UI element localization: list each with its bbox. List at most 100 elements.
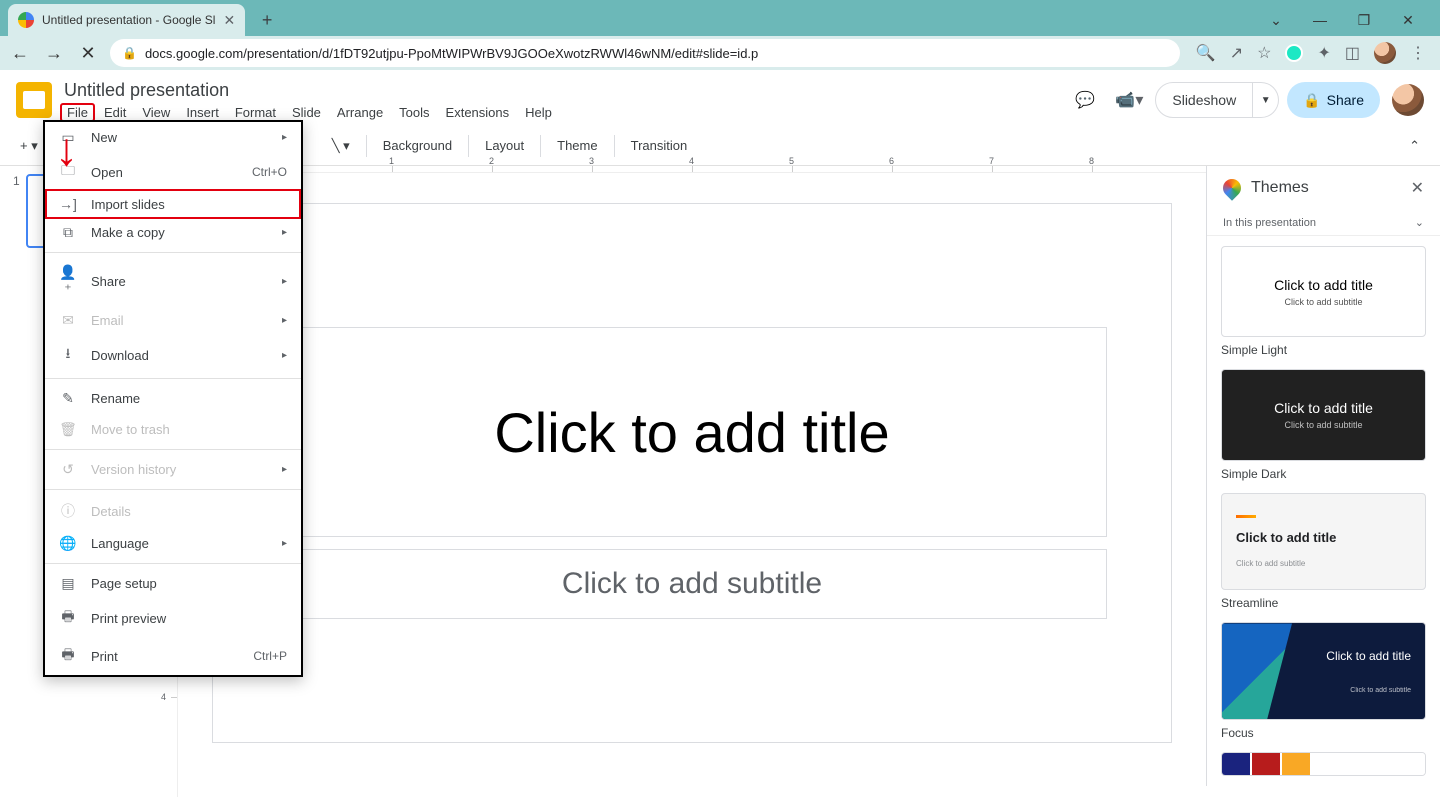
pencil-icon: ✎: [59, 390, 77, 407]
slide-background[interactable]: Click to add title Click to add subtitle: [178, 173, 1206, 797]
account-avatar[interactable]: [1392, 84, 1424, 116]
meet-icon[interactable]: 📹▾: [1111, 82, 1147, 118]
chevron-down-icon[interactable]: ⌄: [1264, 8, 1288, 32]
separator: [540, 135, 541, 157]
close-icon[interactable]: ✕: [223, 12, 235, 29]
extension-icon[interactable]: [1285, 44, 1303, 62]
transition-button[interactable]: Transition: [623, 131, 696, 161]
theme-card-title: Click to add title: [1236, 530, 1336, 545]
file-menu-new[interactable]: ▭ New ▸: [45, 122, 301, 153]
background-button[interactable]: Background: [375, 131, 460, 161]
file-menu-print[interactable]: 🖶 Print Ctrl+P: [45, 637, 301, 675]
import-icon: →]: [59, 196, 77, 212]
file-menu-details: ⓘ Details: [45, 494, 301, 528]
theme-label: Simple Dark: [1221, 467, 1426, 481]
subtitle-placeholder[interactable]: Click to add subtitle: [277, 549, 1107, 619]
theme-card-focus[interactable]: Click to add title Click to add subtitle: [1221, 622, 1426, 720]
layout-button[interactable]: Layout: [477, 131, 532, 161]
slide-canvas[interactable]: Click to add title Click to add subtitle: [212, 203, 1172, 743]
menu-separator: [45, 563, 301, 564]
lock-icon: 🔒: [122, 46, 137, 60]
theme-list[interactable]: Click to add title Click to add subtitle…: [1207, 236, 1440, 786]
doc-title[interactable]: Untitled presentation: [60, 78, 1059, 103]
accent-bar: [1236, 515, 1256, 518]
ruler-tick: 8: [1092, 166, 1192, 172]
ruler-tick: 7: [992, 166, 1092, 172]
file-menu-import-slides[interactable]: →] Import slides: [45, 189, 301, 219]
theme-card-sub: Click to add subtitle: [1350, 687, 1411, 694]
app-header: Untitled presentation File Edit View Ins…: [0, 70, 1440, 126]
share-button[interactable]: 🔒 Share: [1287, 82, 1380, 118]
download-icon: ⭳: [59, 343, 77, 367]
file-menu-dropdown: ▭ New ▸ 🗀 Open Ctrl+O →] Import slides ⧉…: [43, 120, 303, 677]
file-menu-label: Import slides: [91, 197, 165, 212]
file-menu-make-copy[interactable]: ⧉ Make a copy ▸: [45, 217, 301, 248]
collapse-toolbar-icon[interactable]: ⌃: [1401, 131, 1428, 161]
stop-button[interactable]: ✕: [76, 41, 100, 65]
theme-card-streamline[interactable]: Click to add title Click to add subtitle: [1221, 493, 1426, 591]
menu-help[interactable]: Help: [518, 103, 559, 122]
theme-card-simple-light[interactable]: Click to add title Click to add subtitle: [1221, 246, 1426, 337]
browser-tab[interactable]: Untitled presentation - Google Sl ✕: [8, 4, 245, 36]
minimize-icon[interactable]: —: [1308, 8, 1332, 32]
theme-button[interactable]: Theme: [549, 131, 605, 161]
menu-extensions[interactable]: Extensions: [439, 103, 517, 122]
file-menu-version-history: ↺ Version history ▸: [45, 454, 301, 485]
puzzle-icon[interactable]: ✦: [1317, 43, 1330, 63]
file-menu-share[interactable]: 👤⁺ Share ▸: [45, 257, 301, 305]
file-menu-download[interactable]: ⭳ Download ▸: [45, 336, 301, 374]
file-menu-move-to-trash: 🗑 Move to trash: [45, 414, 301, 445]
themes-subheader[interactable]: In this presentation ⌄: [1207, 210, 1440, 236]
separator: [366, 135, 367, 157]
lock-icon: 🔒: [1303, 92, 1320, 109]
zoom-icon[interactable]: 🔍: [1196, 43, 1216, 63]
close-panel-icon[interactable]: ✕: [1411, 178, 1424, 198]
file-menu-label: Email: [91, 313, 124, 328]
file-menu-rename[interactable]: ✎ Rename: [45, 383, 301, 414]
back-button[interactable]: ←: [8, 41, 32, 65]
theme-card-partial[interactable]: [1221, 752, 1426, 776]
url-text: docs.google.com/presentation/d/1fDT92utj…: [145, 46, 758, 61]
panel-icon[interactable]: ◫: [1345, 43, 1360, 63]
kebab-icon[interactable]: ⋮: [1410, 43, 1426, 63]
header-actions: 💬 📹▾ Slideshow ▼ 🔒 Share: [1067, 82, 1424, 118]
close-window-icon[interactable]: ✕: [1396, 8, 1420, 32]
line-tool[interactable]: ╲ ▾: [324, 131, 358, 161]
canvas-area: 1 1 2 3 4 5 6 7 8 1 1 2 3 4 Click to add…: [160, 166, 1206, 786]
menu-arrange[interactable]: Arrange: [330, 103, 390, 122]
ruler-tick: 3: [592, 166, 692, 172]
themes-panel: Themes ✕ In this presentation ⌄ Click to…: [1206, 166, 1440, 786]
file-menu-label: Rename: [91, 391, 140, 406]
theme-card-title: Click to add title: [1274, 400, 1373, 416]
file-menu-open[interactable]: 🗀 Open Ctrl+O: [45, 153, 301, 191]
title-placeholder[interactable]: Click to add title: [277, 327, 1107, 537]
browser-profile-icon[interactable]: [1374, 42, 1396, 64]
share-url-icon[interactable]: ↗: [1230, 43, 1243, 63]
file-menu-page-setup[interactable]: ▤ Page setup: [45, 568, 301, 599]
new-tab-button[interactable]: +: [253, 6, 281, 34]
ruler-tick: 4: [171, 697, 177, 797]
url-field[interactable]: 🔒 docs.google.com/presentation/d/1fDT92u…: [110, 39, 1180, 67]
ruler-tick: 4: [692, 166, 792, 172]
ruler-tick: 6: [892, 166, 992, 172]
slideshow-button[interactable]: Slideshow: [1155, 82, 1253, 118]
file-menu-language[interactable]: 🌐 Language ▸: [45, 528, 301, 559]
file-menu-print-preview[interactable]: 🖶 Print preview: [45, 599, 301, 637]
ruler-tick: 1: [392, 166, 492, 172]
thumbnail-number: 1: [8, 174, 20, 248]
new-slide-button[interactable]: + ▾: [12, 131, 46, 161]
maximize-icon[interactable]: ❐: [1352, 8, 1376, 32]
theme-card-simple-dark[interactable]: Click to add title Click to add subtitle: [1221, 369, 1426, 460]
slides-logo-icon[interactable]: [16, 82, 52, 118]
theme-card-title: Click to add title: [1274, 277, 1373, 293]
menu-separator: [45, 489, 301, 490]
comments-icon[interactable]: 💬: [1067, 82, 1103, 118]
slideshow-dropdown[interactable]: ▼: [1253, 82, 1279, 118]
forward-button[interactable]: →: [42, 41, 66, 65]
shortcut-text: Ctrl+P: [253, 649, 287, 663]
file-menu-label: Share: [91, 274, 126, 289]
menu-separator: [45, 252, 301, 253]
menu-tools[interactable]: Tools: [392, 103, 436, 122]
theme-card-sub: Click to add subtitle: [1284, 297, 1362, 307]
star-icon[interactable]: ☆: [1257, 43, 1271, 63]
